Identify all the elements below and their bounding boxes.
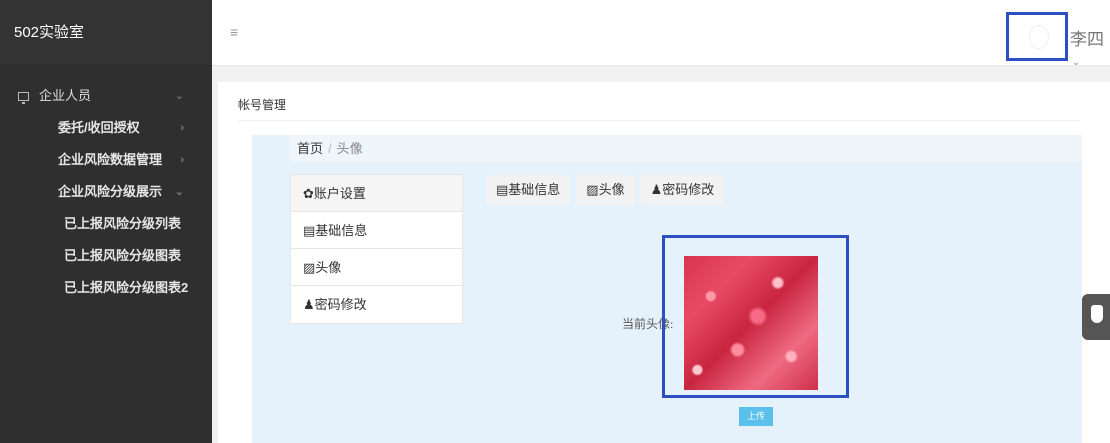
menu-toggle-icon[interactable]: ≡ bbox=[230, 24, 238, 40]
floating-side-tab[interactable] bbox=[1082, 294, 1110, 340]
menu-item-basic-info[interactable]: ▤基础信息 bbox=[291, 212, 462, 249]
chevron-down-icon: ⌄ bbox=[174, 90, 184, 102]
account-side-menu: ✿账户设置 ▤基础信息 ▨头像 ♟密码修改 bbox=[290, 174, 463, 324]
app-logo: 502实验室 bbox=[0, 0, 212, 66]
avatar-highlight bbox=[662, 235, 849, 398]
monitor-icon bbox=[18, 92, 29, 104]
top-header: ≡ 李四 ⌄ bbox=[212, 0, 1110, 68]
menu-item-avatar[interactable]: ▨头像 bbox=[291, 249, 462, 286]
sidebar-item-risk-display[interactable]: 企业风险分级展示 ⌄ bbox=[0, 176, 212, 208]
chevron-right-icon: › bbox=[180, 154, 184, 166]
tab-password[interactable]: ♟密码修改 bbox=[640, 175, 725, 205]
breadcrumb-home[interactable]: 首页 bbox=[297, 141, 323, 156]
chevron-right-icon: › bbox=[180, 122, 184, 134]
sidebar-item-enterprise-staff[interactable]: 企业人员 ⌄ bbox=[0, 80, 212, 112]
sidebar-item-label: 企业风险分级展示 bbox=[58, 184, 163, 199]
username: 李四 bbox=[1070, 30, 1104, 50]
account-tabs: ▤基础信息 ▨头像 ♟密码修改 bbox=[486, 175, 730, 205]
chevron-down-icon: ⌄ bbox=[1072, 57, 1081, 68]
upload-button[interactable]: 上传 bbox=[739, 407, 773, 426]
tab-avatar[interactable]: ▨头像 bbox=[576, 175, 635, 205]
sidebar-item-risk-data[interactable]: 企业风险数据管理 › bbox=[0, 144, 212, 176]
sidebar-nav: 企业人员 ⌄ 委托/收回授权 › 企业风险数据管理 › 企业风险分级展示 ⌄ 已… bbox=[0, 66, 212, 304]
main-content: 帐号管理 首页 / 头像 ✿账户设置 ▤基础信息 ▨头像 ♟密码修改 ▤基础信息 ▨头… bbox=[218, 82, 1110, 443]
sidebar-item-label: 企业人员 bbox=[39, 88, 92, 103]
sidebar-item-label: 企业风险数据管理 bbox=[58, 152, 163, 167]
sidebar-item-label: 已上报风险分级图表 bbox=[64, 248, 182, 263]
user-menu[interactable]: 李四 ⌄ bbox=[1070, 25, 1110, 70]
user-avatar-highlight[interactable] bbox=[1006, 12, 1068, 61]
sidebar-item-label: 委托/收回授权 bbox=[58, 120, 140, 135]
tab-basic-info[interactable]: ▤基础信息 bbox=[486, 175, 571, 205]
divider bbox=[238, 120, 1080, 121]
breadcrumb: 首页 / 头像 bbox=[290, 135, 1082, 162]
sidebar-item-risk-chart-2[interactable]: 已上报风险分级图表2 bbox=[0, 272, 212, 304]
menu-item-password[interactable]: ♟密码修改 bbox=[291, 286, 462, 323]
sidebar-item-risk-chart[interactable]: 已上报风险分级图表 bbox=[0, 240, 212, 272]
sidebar: 502实验室 企业人员 ⌄ 委托/收回授权 › 企业风险数据管理 › 企业风险分… bbox=[0, 0, 212, 443]
chevron-down-icon: ⌄ bbox=[174, 186, 184, 198]
page-title: 帐号管理 bbox=[238, 98, 287, 112]
avatar[interactable] bbox=[1029, 25, 1049, 49]
breadcrumb-separator: / bbox=[328, 141, 332, 156]
sidebar-item-delegate-auth[interactable]: 委托/收回授权 › bbox=[0, 112, 212, 144]
mouse-icon bbox=[1091, 305, 1103, 323]
content-panel: 首页 / 头像 ✿账户设置 ▤基础信息 ▨头像 ♟密码修改 ▤基础信息 ▨头像 ♟密码修… bbox=[252, 135, 1082, 443]
sidebar-item-label: 已上报风险分级列表 bbox=[64, 216, 182, 231]
account-settings-header: ✿账户设置 bbox=[291, 175, 462, 212]
breadcrumb-current: 头像 bbox=[336, 141, 363, 156]
sidebar-item-label: 已上报风险分级图表2 bbox=[64, 280, 189, 295]
sidebar-item-risk-list[interactable]: 已上报风险分级列表 bbox=[0, 208, 212, 240]
